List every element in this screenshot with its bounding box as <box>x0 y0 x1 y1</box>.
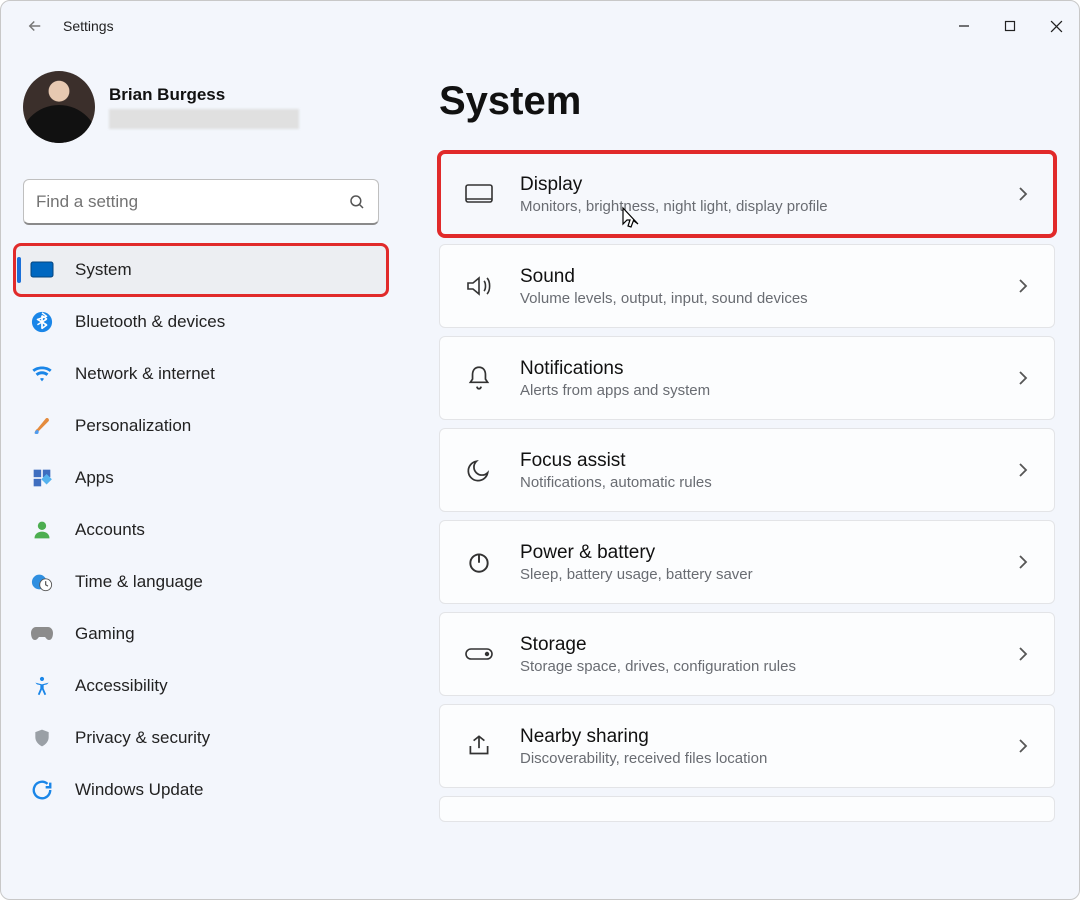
chevron-right-icon <box>1018 186 1028 202</box>
storage-icon <box>462 637 496 671</box>
sidebar-item-label: Apps <box>75 468 114 488</box>
card-title: Nearby sharing <box>520 726 994 748</box>
maximize-button[interactable] <box>987 9 1033 43</box>
back-button[interactable] <box>17 8 53 44</box>
globe-clock-icon <box>29 569 55 595</box>
chevron-right-icon <box>1018 554 1028 570</box>
card-sound[interactable]: Sound Volume levels, output, input, soun… <box>439 244 1055 328</box>
search-icon <box>348 193 366 211</box>
card-title: Power & battery <box>520 542 994 564</box>
chevron-right-icon <box>1018 278 1028 294</box>
profile-email-redacted <box>109 109 299 129</box>
minimize-icon <box>958 20 970 32</box>
apps-icon <box>29 465 55 491</box>
main-content: System Display Monitors, brightness, nig… <box>397 51 1079 899</box>
paintbrush-icon <box>29 413 55 439</box>
sidebar-item-privacy[interactable]: Privacy & security <box>15 713 387 763</box>
sidebar-item-label: Bluetooth & devices <box>75 312 225 332</box>
card-title: Notifications <box>520 358 994 380</box>
sidebar-item-label: Personalization <box>75 416 191 436</box>
bell-icon <box>462 361 496 395</box>
arrow-left-icon <box>26 17 44 35</box>
sidebar-item-accounts[interactable]: Accounts <box>15 505 387 555</box>
sidebar-item-apps[interactable]: Apps <box>15 453 387 503</box>
chevron-right-icon <box>1018 738 1028 754</box>
card-focus-assist[interactable]: Focus assist Notifications, automatic ru… <box>439 428 1055 512</box>
wifi-icon <box>29 361 55 387</box>
sidebar-item-label: System <box>75 260 132 280</box>
accessibility-icon <box>29 673 55 699</box>
settings-card-list: Display Monitors, brightness, night ligh… <box>439 152 1055 822</box>
chevron-right-icon <box>1018 462 1028 478</box>
sidebar-nav: System Bluetooth & devices Network & int… <box>15 245 387 815</box>
display-icon <box>462 177 496 211</box>
card-cutoff[interactable] <box>439 796 1055 822</box>
moon-icon <box>462 453 496 487</box>
card-title: Sound <box>520 266 994 288</box>
card-power-battery[interactable]: Power & battery Sleep, battery usage, ba… <box>439 520 1055 604</box>
close-button[interactable] <box>1033 9 1079 43</box>
sidebar: Brian Burgess System <box>1 51 397 899</box>
gamepad-icon <box>29 621 55 647</box>
minimize-button[interactable] <box>941 9 987 43</box>
person-icon <box>29 517 55 543</box>
share-icon <box>462 729 496 763</box>
profile-name: Brian Burgess <box>109 85 299 105</box>
card-desc: Discoverability, received files location <box>520 750 994 767</box>
sidebar-item-label: Privacy & security <box>75 728 210 748</box>
card-title: Display <box>520 174 994 196</box>
window-controls <box>941 9 1079 43</box>
sidebar-item-system[interactable]: System <box>15 245 387 295</box>
card-nearby-sharing[interactable]: Nearby sharing Discoverability, received… <box>439 704 1055 788</box>
maximize-icon <box>1004 20 1016 32</box>
card-desc: Volume levels, output, input, sound devi… <box>520 290 994 307</box>
card-display[interactable]: Display Monitors, brightness, night ligh… <box>439 152 1055 236</box>
window-title: Settings <box>63 18 114 34</box>
sidebar-item-time-language[interactable]: Time & language <box>15 557 387 607</box>
page-title: System <box>439 79 1055 124</box>
sidebar-item-label: Accounts <box>75 520 145 540</box>
close-icon <box>1050 20 1063 33</box>
sidebar-item-label: Windows Update <box>75 780 204 800</box>
titlebar: Settings <box>1 1 1079 51</box>
card-desc: Sleep, battery usage, battery saver <box>520 566 994 583</box>
sidebar-item-label: Time & language <box>75 572 203 592</box>
settings-window: Settings Brian Burgess <box>0 0 1080 900</box>
search-input[interactable] <box>36 192 348 212</box>
sidebar-item-label: Gaming <box>75 624 135 644</box>
profile-block[interactable]: Brian Burgess <box>15 61 387 161</box>
card-storage[interactable]: Storage Storage space, drives, configura… <box>439 612 1055 696</box>
card-title: Focus assist <box>520 450 994 472</box>
search-box[interactable] <box>23 179 379 225</box>
sidebar-item-windows-update[interactable]: Windows Update <box>15 765 387 815</box>
update-icon <box>29 777 55 803</box>
power-icon <box>462 545 496 579</box>
sidebar-item-label: Accessibility <box>75 676 168 696</box>
chevron-right-icon <box>1018 646 1028 662</box>
sidebar-item-bluetooth[interactable]: Bluetooth & devices <box>15 297 387 347</box>
avatar <box>23 71 95 143</box>
sidebar-item-label: Network & internet <box>75 364 215 384</box>
sidebar-item-gaming[interactable]: Gaming <box>15 609 387 659</box>
card-notifications[interactable]: Notifications Alerts from apps and syste… <box>439 336 1055 420</box>
chevron-right-icon <box>1018 370 1028 386</box>
card-desc: Alerts from apps and system <box>520 382 994 399</box>
sidebar-item-accessibility[interactable]: Accessibility <box>15 661 387 711</box>
bluetooth-icon <box>29 309 55 335</box>
sound-icon <box>462 269 496 303</box>
card-desc: Storage space, drives, configuration rul… <box>520 658 994 675</box>
sidebar-item-network[interactable]: Network & internet <box>15 349 387 399</box>
card-title: Storage <box>520 634 994 656</box>
card-desc: Monitors, brightness, night light, displ… <box>520 198 994 215</box>
shield-icon <box>29 725 55 751</box>
card-desc: Notifications, automatic rules <box>520 474 994 491</box>
sidebar-item-personalization[interactable]: Personalization <box>15 401 387 451</box>
system-icon <box>29 257 55 283</box>
